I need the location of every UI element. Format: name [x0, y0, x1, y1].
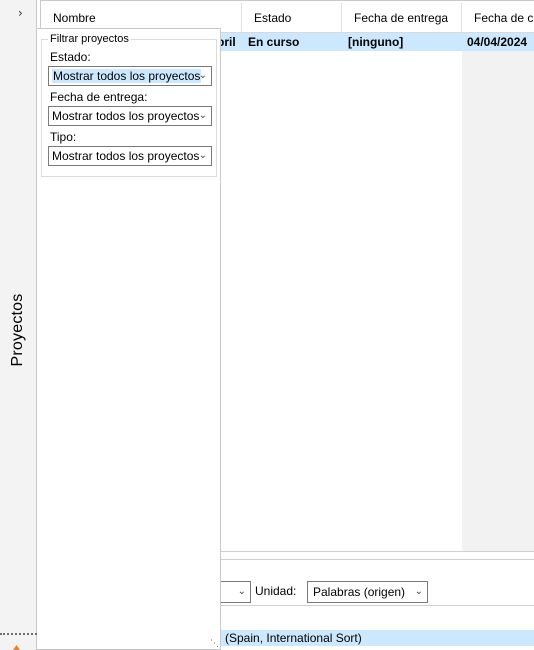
- chevron-down-icon: ⌄: [198, 150, 207, 161]
- resize-grip-dots[interactable]: [0, 633, 37, 637]
- tipo-select[interactable]: Mostrar todos los proyectos ⌄: [48, 146, 212, 166]
- warning-triangle-icon: [13, 645, 20, 650]
- tipo-label: Tipo:: [50, 130, 77, 144]
- unit-select[interactable]: Palabras (origen) ⌄: [307, 581, 428, 603]
- projects-side-rail: › Proyectos: [0, 0, 37, 650]
- fecha-entrega-select[interactable]: Mostrar todos los proyectos ⌄: [48, 106, 212, 126]
- chevron-down-icon: ⌄: [198, 110, 207, 121]
- fecha-entrega-select-value: Mostrar todos los proyectos: [52, 109, 200, 123]
- estado-select[interactable]: Mostrar todos los proyectos ⌄: [48, 66, 212, 86]
- chevron-down-icon: ⌄: [237, 586, 246, 597]
- column-header-due-date[interactable]: Fecha de entrega: [342, 3, 462, 33]
- estado-label: Estado:: [50, 50, 91, 64]
- language-status-text: n (Spain, International Sort): [215, 631, 362, 645]
- resize-grip-icon[interactable]: ⋱: [210, 639, 219, 649]
- filter-group-title: Filtrar proyectos: [48, 33, 131, 45]
- projects-panel-title[interactable]: Proyectos: [9, 294, 27, 367]
- column-header-created-date[interactable]: Fecha de cre: [462, 3, 534, 33]
- chevron-down-icon: ⌄: [414, 586, 423, 597]
- estado-select-value: Mostrar todos los proyectos: [52, 69, 202, 83]
- sorted-column-shade: [462, 51, 534, 551]
- filter-group: Filtrar proyectos Estado: Mostrar todos …: [41, 33, 217, 177]
- fecha-entrega-label: Fecha de entrega:: [50, 90, 148, 104]
- cell-created-date: 04/04/2024: [467, 35, 528, 49]
- chevron-down-icon: ⌄: [198, 70, 207, 81]
- column-header-status[interactable]: Estado: [242, 3, 342, 33]
- chevron-right-icon[interactable]: ›: [18, 6, 23, 20]
- unit-label: Unidad:: [255, 584, 297, 598]
- cell-status: En curso: [248, 35, 300, 49]
- cell-due-date: [ninguno]: [348, 35, 404, 49]
- tipo-select-value: Mostrar todos los proyectos: [52, 149, 200, 163]
- filter-projects-popup: Filtrar proyectos Estado: Mostrar todos …: [37, 28, 221, 650]
- unit-select-value: Palabras (origen): [313, 585, 406, 599]
